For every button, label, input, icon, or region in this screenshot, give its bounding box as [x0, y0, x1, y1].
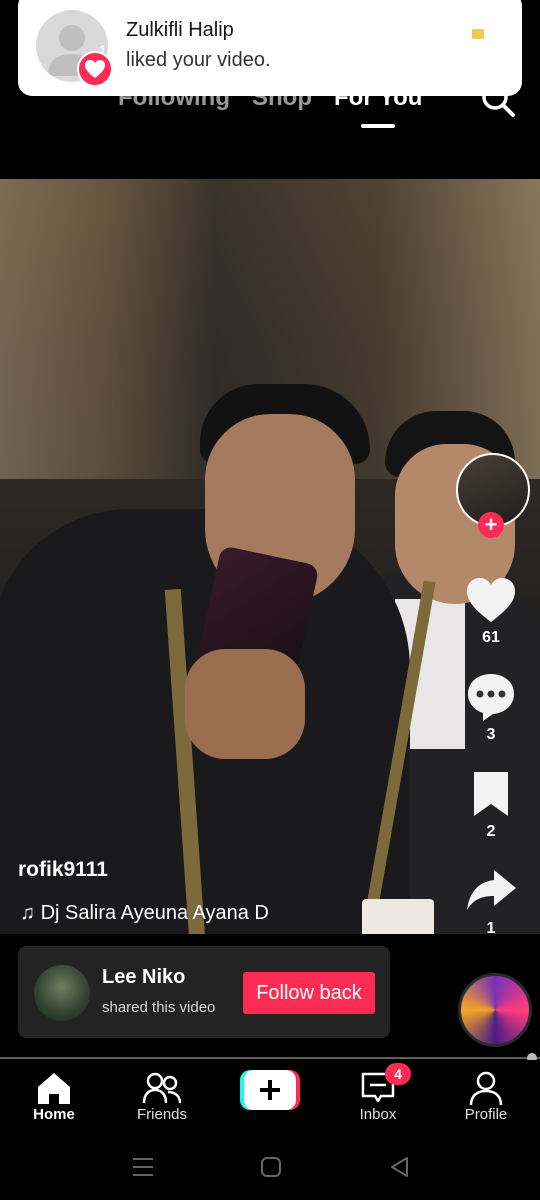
music-track[interactable]: ♫ Dj Salira Ayeuna Ayana D — [20, 902, 290, 925]
home-icon — [38, 1073, 70, 1104]
nav-inbox-label: Inbox — [359, 1106, 397, 1123]
share-icon[interactable] — [464, 864, 518, 918]
sharer-name: Lee Niko — [102, 966, 186, 988]
inbox-badge: 4 — [385, 1063, 411, 1085]
system-navigation — [0, 1140, 540, 1200]
bottom-navigation: Home Friends Inbox Profile — [0, 1060, 540, 1140]
active-tab-indicator — [361, 124, 395, 128]
nav-profile-label: Profile — [464, 1106, 508, 1123]
video-username[interactable]: rofik9111 — [18, 858, 108, 882]
comment-icon[interactable] — [464, 670, 518, 724]
video-hand — [185, 649, 305, 759]
plus-icon[interactable] — [240, 1070, 300, 1110]
nav-friends-label: Friends — [136, 1106, 188, 1123]
music-disc-icon[interactable] — [458, 973, 532, 1047]
nav-friends[interactable]: Friends — [108, 1068, 216, 1123]
video-player[interactable] — [0, 179, 540, 934]
notification-heart-icon — [77, 51, 113, 87]
notification-video-thumbnail — [472, 29, 484, 39]
notification-title: Zulkifli Halip — [126, 19, 234, 41]
likes-count: 61 — [482, 629, 500, 646]
music-note-icon: ♫ — [20, 902, 35, 924]
heart-icon[interactable] — [464, 574, 518, 628]
back-icon[interactable] — [388, 1156, 410, 1178]
saves-count: 2 — [486, 823, 496, 840]
notification-banner[interactable]: 124 Zulkifli Halip liked your video. — [18, 0, 522, 96]
friends-icon — [142, 1072, 182, 1104]
follow-plus-button[interactable]: + — [478, 512, 504, 538]
home-button-icon[interactable] — [260, 1156, 282, 1178]
bookmark-icon[interactable] — [464, 768, 518, 822]
sharer-avatar[interactable] — [34, 965, 90, 1021]
nav-profile[interactable]: Profile — [432, 1068, 540, 1123]
video-badge-right — [362, 899, 434, 934]
video-progress-bar[interactable] — [0, 1057, 540, 1059]
follow-back-button[interactable]: Follow back — [243, 972, 375, 1014]
notification-body: liked your video. — [126, 49, 271, 71]
shared-by-card[interactable]: Lee Niko shared this video Follow back — [18, 946, 390, 1038]
profile-icon — [469, 1071, 503, 1106]
nav-home-label: Home — [33, 1106, 75, 1123]
shares-count: 1 — [486, 920, 496, 937]
music-track-title: Dj Salira Ayeuna Ayana D — [40, 902, 269, 924]
recents-icon[interactable] — [130, 1156, 156, 1178]
nav-inbox[interactable]: Inbox — [324, 1068, 432, 1123]
nav-home[interactable]: Home — [0, 1068, 108, 1123]
sharer-subtitle: shared this video — [102, 999, 216, 1016]
comments-count: 3 — [486, 726, 496, 743]
